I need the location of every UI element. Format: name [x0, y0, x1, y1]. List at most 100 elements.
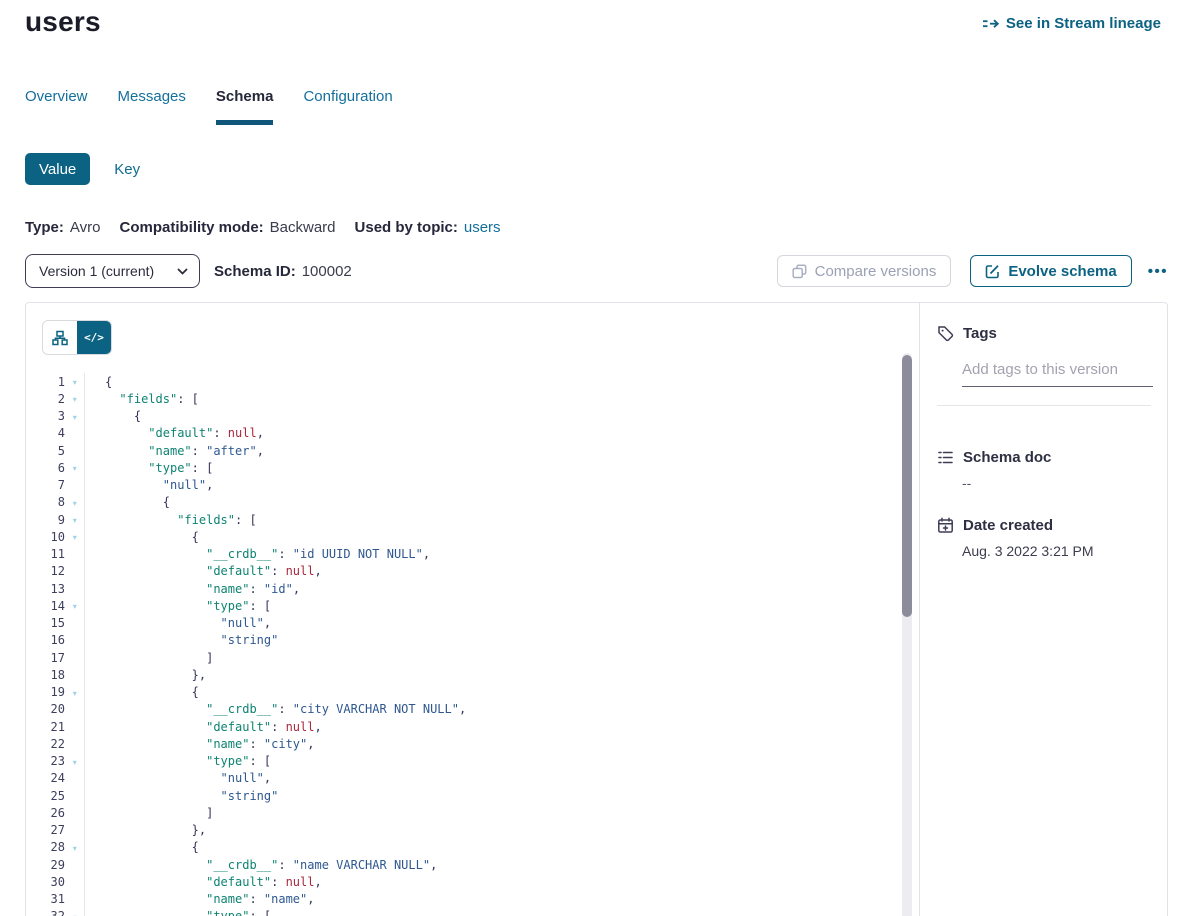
code-line-21: 21 "default": null,: [26, 718, 896, 735]
fold-spacer: [65, 588, 85, 590]
date-created-title: Date created: [963, 517, 1053, 534]
line-number: 23: [26, 754, 65, 768]
version-select-value: Version 1 (current): [39, 263, 154, 279]
version-row: Version 1 (current) Schema ID: 100002: [25, 254, 352, 288]
code-line-24: 24 "null",: [26, 770, 896, 787]
add-tags-input[interactable]: [962, 359, 1153, 387]
code-line-6: 6▾ "type": [: [26, 459, 896, 476]
editor-scrollbar-thumb[interactable]: [902, 355, 912, 617]
compatibility-label: Compatibility mode:: [119, 219, 263, 236]
fold-spacer: [65, 743, 85, 745]
line-number: 12: [26, 564, 65, 578]
schema-doc-title: Schema doc: [963, 449, 1051, 466]
fold-toggle-icon[interactable]: ▾: [65, 911, 85, 916]
code-text: "__crdb__": "city VARCHAR NOT NULL",: [85, 702, 467, 716]
line-number: 21: [26, 720, 65, 734]
code-line-27: 27 },: [26, 822, 896, 839]
line-number: 9: [26, 513, 65, 527]
fold-toggle-icon[interactable]: ▾: [65, 411, 85, 422]
fold-spacer: [65, 450, 85, 452]
line-number: 8: [26, 495, 65, 509]
editor-scrollbar-track[interactable]: [902, 353, 912, 916]
line-number: 1: [26, 375, 65, 389]
see-in-stream-lineage-link[interactable]: See in Stream lineage: [982, 15, 1161, 32]
code-line-10: 10▾ {: [26, 528, 896, 545]
more-options-button[interactable]: •••: [1144, 259, 1172, 284]
code-line-7: 7 "null",: [26, 477, 896, 494]
line-number: 7: [26, 478, 65, 492]
key-toggle-button[interactable]: Key: [114, 161, 140, 178]
fold-toggle-icon[interactable]: ▾: [65, 756, 85, 767]
line-number: 15: [26, 616, 65, 630]
fold-toggle-icon[interactable]: ▾: [65, 393, 85, 404]
fold-toggle-icon[interactable]: ▾: [65, 531, 85, 542]
stream-lineage-icon: [982, 17, 999, 31]
tab-configuration[interactable]: Configuration: [303, 88, 392, 125]
fold-spacer: [65, 829, 85, 831]
fold-toggle-icon[interactable]: ▾: [65, 687, 85, 698]
used-by-topic-link[interactable]: users: [464, 219, 501, 236]
code-line-4: 4 "default": null,: [26, 425, 896, 442]
fold-toggle-icon[interactable]: ▾: [65, 497, 85, 508]
fold-spacer: [65, 708, 85, 710]
meta-type: Type: Avro: [25, 219, 100, 236]
code-line-14: 14▾ "type": [: [26, 597, 896, 614]
evolve-schema-button[interactable]: Evolve schema: [970, 255, 1131, 287]
code-line-31: 31 "name": "name",: [26, 891, 896, 908]
sidebar-divider: [937, 405, 1151, 406]
meta-used-by-topic: Used by topic: users: [355, 219, 501, 236]
list-icon: [937, 449, 954, 466]
compare-versions-button[interactable]: Compare versions: [777, 255, 952, 287]
code-line-15: 15 "null",: [26, 615, 896, 632]
schema-meta-row: Type: Avro Compatibility mode: Backward …: [25, 219, 501, 236]
code-text: {: [85, 495, 170, 509]
tab-bar: Overview Messages Schema Configuration: [25, 88, 1164, 125]
line-number: 20: [26, 702, 65, 716]
code-view-button[interactable]: </>: [77, 321, 111, 354]
fold-spacer: [65, 898, 85, 900]
code-text: "fields": [: [85, 392, 199, 406]
schema-page: users See in Stream lineage Overview Mess…: [0, 0, 1189, 916]
line-number: 29: [26, 858, 65, 872]
tabs: Overview Messages Schema Configuration: [25, 88, 1164, 125]
code-line-25: 25 "string": [26, 787, 896, 804]
editor-view-toggle: </>: [42, 320, 112, 355]
tab-schema[interactable]: Schema: [216, 88, 274, 125]
schema-actions: Compare versions Evolve schema •••: [777, 255, 1172, 287]
version-select[interactable]: Version 1 (current): [25, 254, 200, 288]
code-text: "null",: [85, 478, 214, 492]
fold-spacer: [65, 639, 85, 641]
code-text: "type": [: [85, 461, 214, 475]
code-line-12: 12 "default": null,: [26, 563, 896, 580]
fold-toggle-icon[interactable]: ▾: [65, 376, 85, 387]
line-number: 17: [26, 651, 65, 665]
code-line-9: 9▾ "fields": [: [26, 511, 896, 528]
code-text: "name": "after",: [85, 444, 264, 458]
fold-toggle-icon[interactable]: ▾: [65, 600, 85, 611]
code-line-18: 18 },: [26, 666, 896, 683]
tab-messages[interactable]: Messages: [118, 88, 186, 125]
type-label: Type:: [25, 219, 64, 236]
fold-spacer: [65, 726, 85, 728]
code-text: },: [85, 668, 207, 682]
code-text: "fields": [: [85, 513, 257, 527]
code-view-icon: </>: [84, 331, 104, 344]
tree-view-button[interactable]: [43, 321, 77, 354]
code-text: ]: [85, 651, 214, 665]
line-number: 26: [26, 806, 65, 820]
fold-spacer: [65, 864, 85, 866]
meta-compatibility: Compatibility mode: Backward: [119, 219, 335, 236]
tab-overview[interactable]: Overview: [25, 88, 88, 125]
fold-spacer: [65, 812, 85, 814]
fold-toggle-icon[interactable]: ▾: [65, 514, 85, 525]
fold-spacer: [65, 795, 85, 797]
line-number: 32: [26, 909, 65, 916]
fold-toggle-icon[interactable]: ▾: [65, 842, 85, 853]
fold-toggle-icon[interactable]: ▾: [65, 462, 85, 473]
code-line-5: 5 "name": "after",: [26, 442, 896, 459]
code-lines[interactable]: 1▾ {2▾ "fields": [3▾ {4 "default": null,…: [26, 373, 896, 916]
line-number: 11: [26, 547, 65, 561]
value-toggle-button[interactable]: Value: [25, 153, 90, 185]
line-number: 13: [26, 582, 65, 596]
code-text: "name": "id",: [85, 582, 301, 596]
